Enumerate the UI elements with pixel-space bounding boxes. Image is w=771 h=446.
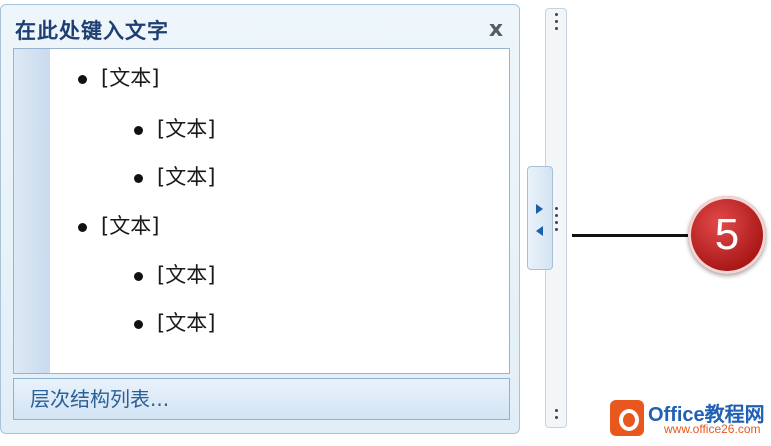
outline-item-label: [文本]: [157, 311, 216, 335]
outline-item[interactable]: [文本]: [134, 308, 215, 338]
grip-dot: [555, 409, 558, 412]
bullet-icon: [134, 125, 143, 135]
outline-editor[interactable]: [文本] [文本] [文本] [文本] [文本] [文本]: [13, 48, 510, 374]
outline-item-label: [文本]: [157, 263, 216, 287]
close-icon[interactable]: x: [485, 19, 507, 41]
step-number-badge: 5: [688, 196, 766, 274]
grip-dot: [555, 221, 558, 224]
outline-item[interactable]: [文本]: [78, 211, 159, 241]
office-logo-icon: [610, 400, 644, 436]
outline-item[interactable]: [文本]: [134, 114, 215, 144]
pane-title: 在此处键入文字: [15, 19, 169, 43]
grip-dot: [555, 20, 558, 23]
bullet-icon: [78, 74, 87, 84]
arrow-right-icon: [536, 204, 543, 214]
outline-item-label: [文本]: [101, 66, 160, 90]
grip-dot: [555, 416, 558, 419]
grip-dot: [555, 214, 558, 217]
outline-item[interactable]: [文本]: [78, 63, 159, 93]
grip-dot: [555, 27, 558, 30]
callout-line: [572, 234, 690, 237]
bullet-icon: [134, 271, 143, 281]
watermark-url: www.office26.com: [664, 422, 761, 436]
arrow-left-icon: [536, 226, 543, 236]
outline-item[interactable]: [文本]: [134, 260, 215, 290]
watermark: Office教程网 www.office26.com: [604, 396, 771, 442]
grip-dot: [555, 207, 558, 210]
outline-item-label: [文本]: [157, 165, 216, 189]
layout-name-link[interactable]: 层次结构列表...: [13, 378, 510, 420]
bullet-icon: [134, 173, 143, 183]
outline-item[interactable]: [文本]: [134, 162, 215, 192]
text-pane-toggle-button[interactable]: [527, 166, 553, 270]
outline-item-label: [文本]: [157, 117, 216, 141]
grip-dot: [555, 228, 558, 231]
editor-gutter: [14, 49, 50, 373]
bullet-icon: [78, 222, 87, 232]
grip-dot: [555, 13, 558, 16]
bullet-icon: [134, 319, 143, 329]
outline-item-label: [文本]: [101, 214, 160, 238]
